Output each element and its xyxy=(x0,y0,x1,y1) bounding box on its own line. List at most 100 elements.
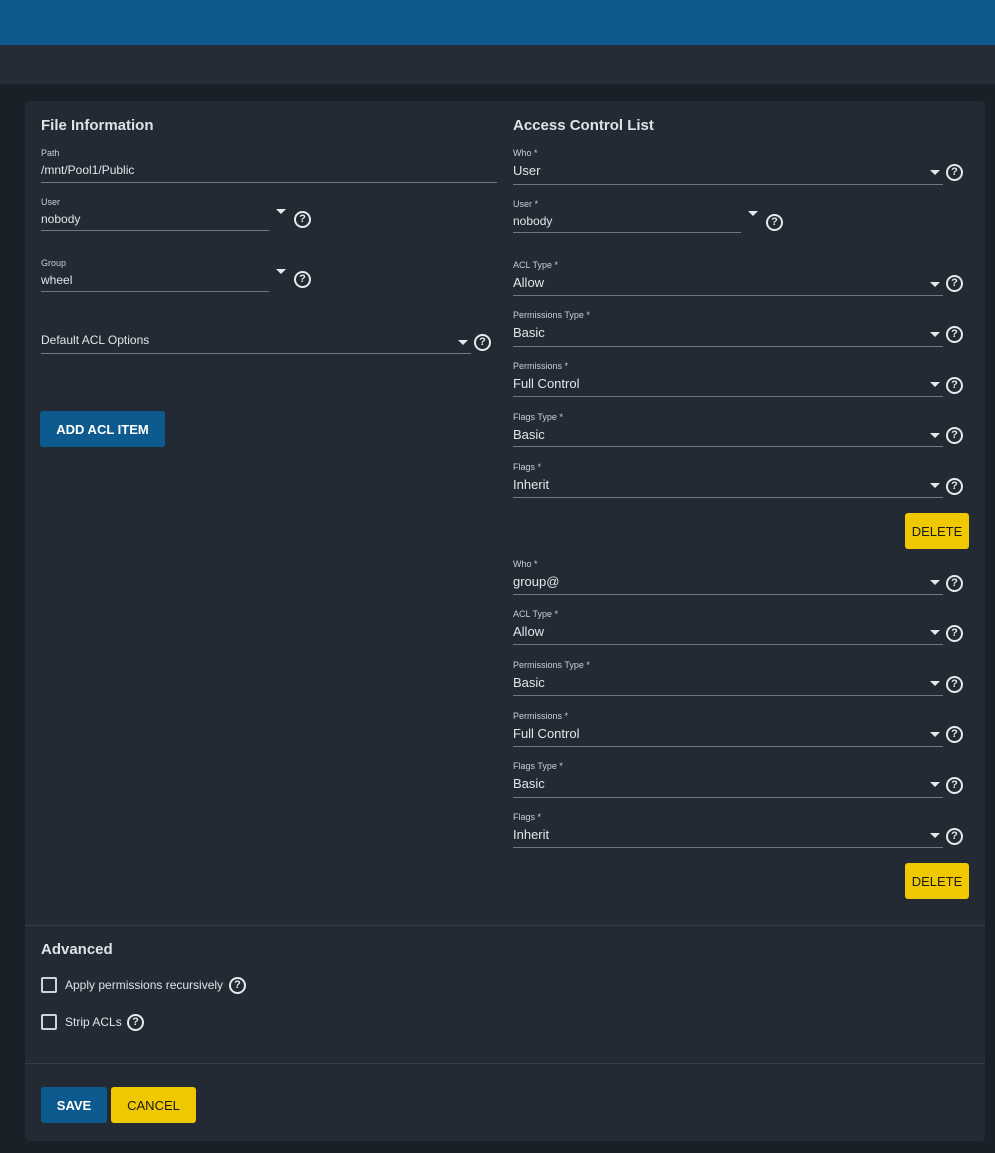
field-underline xyxy=(513,695,943,696)
default-acl-select[interactable]: Default ACL Options xyxy=(41,333,149,347)
flags-type-label: Flags Type * xyxy=(513,412,563,422)
default-acl-underline xyxy=(41,353,471,354)
apply-recursively-label[interactable]: Apply permissions recursively xyxy=(65,978,223,992)
field-underline xyxy=(513,232,741,233)
who-select[interactable]: User xyxy=(513,163,540,178)
permissions-label: Permissions * xyxy=(513,361,569,371)
help-circle-icon[interactable]: ? xyxy=(474,334,491,351)
caret-down-icon[interactable] xyxy=(276,209,286,214)
caret-down-icon[interactable] xyxy=(276,269,286,274)
permissions-type-select[interactable]: Basic xyxy=(513,675,545,690)
add-acl-item-button[interactable]: ADD ACL ITEM xyxy=(40,411,165,447)
user-underline xyxy=(41,230,269,231)
acl-editor-card: File Information Path /mnt/Pool1/Public … xyxy=(25,101,985,1141)
field-underline xyxy=(513,446,943,447)
caret-down-icon[interactable] xyxy=(930,170,940,175)
group-combobox[interactable]: wheel xyxy=(41,273,72,287)
field-underline xyxy=(513,295,943,296)
help-circle-icon[interactable]: ? xyxy=(294,211,311,228)
who-select[interactable]: group@ xyxy=(513,574,559,589)
field-underline xyxy=(513,594,943,595)
field-underline xyxy=(513,847,943,848)
help-circle-icon[interactable]: ? xyxy=(946,478,963,495)
advanced-title: Advanced xyxy=(41,941,113,958)
field-underline xyxy=(513,396,943,397)
field-underline xyxy=(513,797,943,798)
caret-down-icon[interactable] xyxy=(930,681,940,686)
caret-down-icon[interactable] xyxy=(930,833,940,838)
acl-user-combobox[interactable]: nobody xyxy=(513,214,552,228)
flags-type-select[interactable]: Basic xyxy=(513,427,545,442)
field-underline xyxy=(513,746,943,747)
help-circle-icon[interactable]: ? xyxy=(946,676,963,693)
field-underline xyxy=(513,346,943,347)
group-label: Group xyxy=(41,258,67,268)
section-divider xyxy=(25,925,985,926)
caret-down-icon[interactable] xyxy=(930,782,940,787)
cancel-button[interactable]: CANCEL xyxy=(111,1087,196,1123)
path-value[interactable]: /mnt/Pool1/Public xyxy=(41,163,134,177)
acl-type-label: ACL Type * xyxy=(513,260,559,270)
caret-down-icon[interactable] xyxy=(930,282,940,287)
help-circle-icon[interactable]: ? xyxy=(946,427,963,444)
strip-acls-checkbox[interactable] xyxy=(41,1014,57,1030)
save-button[interactable]: SAVE xyxy=(41,1087,107,1123)
who-label: Who * xyxy=(513,148,538,158)
help-circle-icon[interactable]: ? xyxy=(946,726,963,743)
flags-type-label: Flags Type * xyxy=(513,761,563,771)
flags-label: Flags * xyxy=(513,812,542,822)
caret-down-icon[interactable] xyxy=(930,382,940,387)
caret-down-icon[interactable] xyxy=(930,483,940,488)
acl-title: Access Control List xyxy=(513,117,654,134)
apply-recursively-checkbox[interactable] xyxy=(41,977,57,993)
help-circle-icon[interactable]: ? xyxy=(127,1014,144,1031)
path-label: Path xyxy=(41,148,60,158)
group-underline xyxy=(41,291,269,292)
top-navigation-bar xyxy=(0,0,995,45)
caret-down-icon[interactable] xyxy=(748,211,758,216)
permissions-select[interactable]: Full Control xyxy=(513,726,579,741)
help-circle-icon[interactable]: ? xyxy=(946,625,963,642)
acl-type-label: ACL Type * xyxy=(513,609,559,619)
flags-type-select[interactable]: Basic xyxy=(513,776,545,791)
field-underline xyxy=(513,184,943,185)
user-combobox[interactable]: nobody xyxy=(41,212,80,226)
caret-down-icon[interactable] xyxy=(930,332,940,337)
who-label: Who * xyxy=(513,559,538,569)
acl-type-select[interactable]: Allow xyxy=(513,275,544,290)
permissions-label: Permissions * xyxy=(513,711,569,721)
caret-down-icon[interactable] xyxy=(458,340,468,345)
permissions-select[interactable]: Full Control xyxy=(513,376,579,391)
delete-acl-entry-button[interactable]: DELETE xyxy=(905,863,969,899)
help-circle-icon[interactable]: ? xyxy=(946,777,963,794)
help-circle-icon[interactable]: ? xyxy=(946,828,963,845)
help-circle-icon[interactable]: ? xyxy=(294,271,311,288)
caret-down-icon[interactable] xyxy=(930,630,940,635)
breadcrumb-bar xyxy=(0,45,995,85)
flags-select[interactable]: Inherit xyxy=(513,477,549,492)
user-label: User * xyxy=(513,199,539,209)
strip-acls-label[interactable]: Strip ACLs xyxy=(65,1015,122,1029)
help-circle-icon[interactable]: ? xyxy=(946,377,963,394)
permissions-type-label: Permissions Type * xyxy=(513,310,590,320)
permissions-type-select[interactable]: Basic xyxy=(513,325,545,340)
help-circle-icon[interactable]: ? xyxy=(946,275,963,292)
caret-down-icon[interactable] xyxy=(930,580,940,585)
user-label: User xyxy=(41,197,61,207)
file-info-title: File Information xyxy=(41,117,154,134)
field-underline xyxy=(513,497,943,498)
caret-down-icon[interactable] xyxy=(930,433,940,438)
delete-acl-entry-button[interactable]: DELETE xyxy=(905,513,969,549)
flags-select[interactable]: Inherit xyxy=(513,827,549,842)
section-divider xyxy=(25,1063,985,1064)
help-circle-icon[interactable]: ? xyxy=(946,326,963,343)
field-underline xyxy=(513,644,943,645)
help-circle-icon[interactable]: ? xyxy=(946,575,963,592)
permissions-type-label: Permissions Type * xyxy=(513,660,590,670)
help-circle-icon[interactable]: ? xyxy=(229,977,246,994)
acl-type-select[interactable]: Allow xyxy=(513,624,544,639)
caret-down-icon[interactable] xyxy=(930,732,940,737)
help-circle-icon[interactable]: ? xyxy=(946,164,963,181)
flags-label: Flags * xyxy=(513,462,542,472)
help-circle-icon[interactable]: ? xyxy=(766,214,783,231)
